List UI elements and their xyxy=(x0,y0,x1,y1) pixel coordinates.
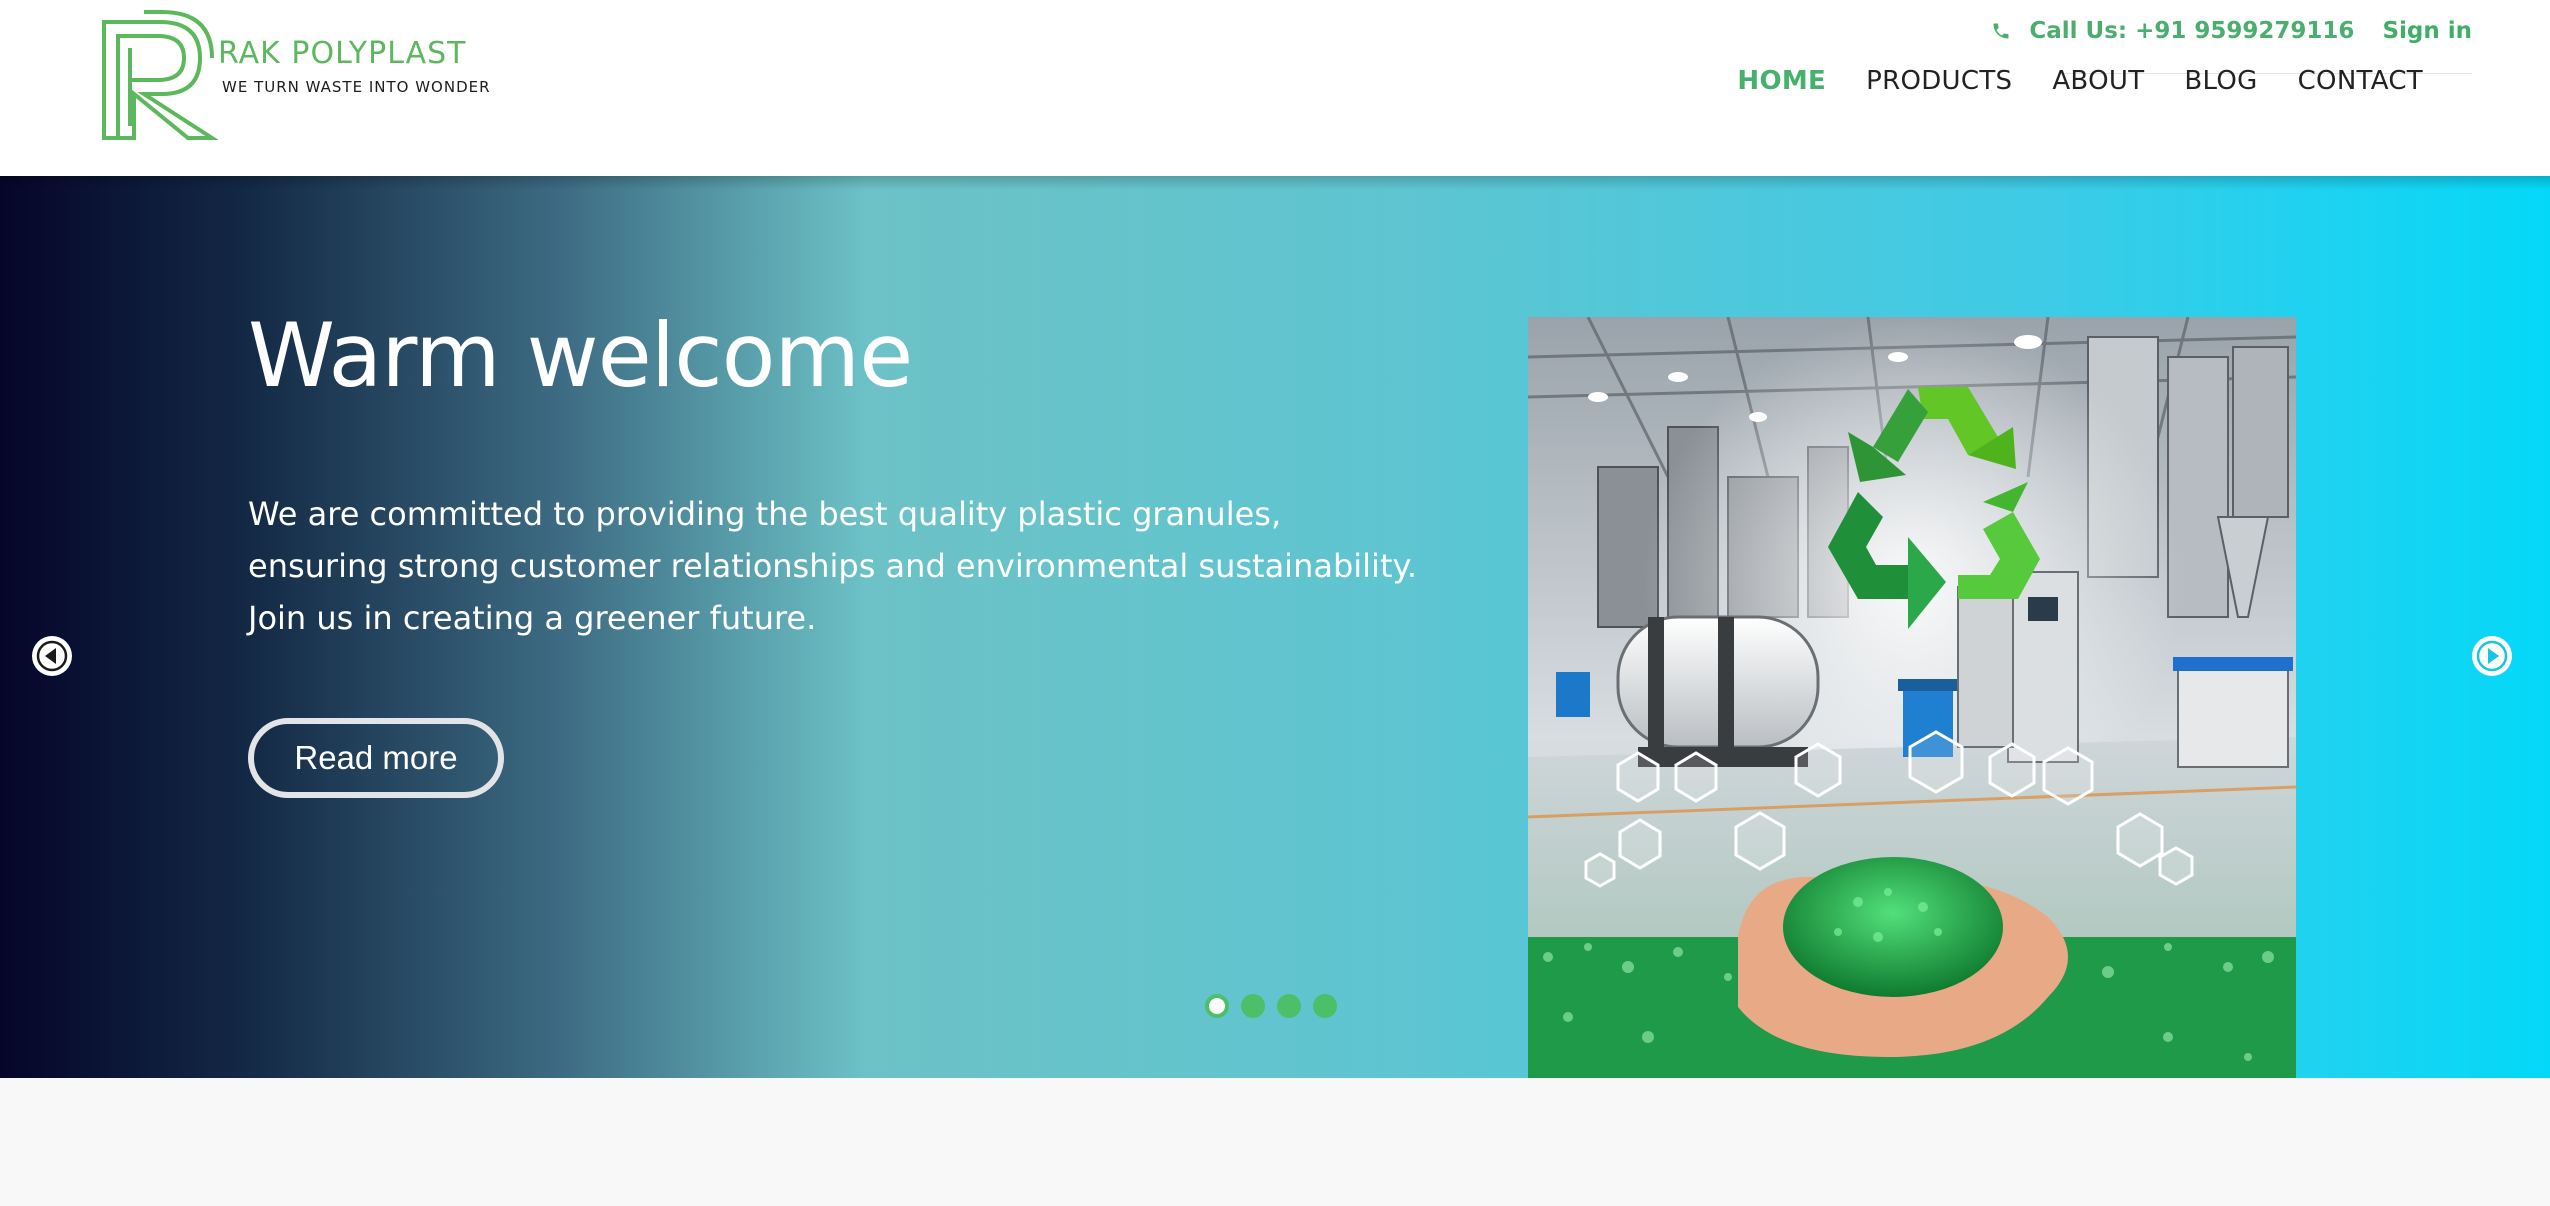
nav-item-blog[interactable]: BLOG xyxy=(2184,66,2257,96)
phone-icon xyxy=(1993,23,2009,39)
hero-text: We are committed to providing the best q… xyxy=(248,495,1418,637)
logo[interactable]: RAK POLYPLAST WE TURN WASTE INTO WONDER xyxy=(100,8,520,142)
nav-item-about[interactable]: ABOUT xyxy=(2052,66,2144,96)
carousel-indicators xyxy=(1205,994,1337,1018)
call-us[interactable]: Call Us: +91 9599279116 xyxy=(1991,18,2354,44)
hero-image-recycling-plant xyxy=(1528,317,2296,1078)
chevron-left-icon xyxy=(33,637,71,675)
main-nav: HOME PRODUCTS ABOUT BLOG CONTACT xyxy=(1737,66,2423,96)
top-contact-bar: Call Us: +91 9599279116 Sign in xyxy=(1991,14,2472,48)
carousel-dot-3[interactable] xyxy=(1277,994,1301,1018)
brand-tagline: WE TURN WASTE INTO WONDER xyxy=(222,78,491,96)
call-us-label: Call Us: +91 9599279116 xyxy=(2029,18,2355,44)
sign-in-link[interactable]: Sign in xyxy=(2382,18,2472,44)
hero-carousel: Warm welcome We are committed to providi… xyxy=(0,176,2550,1078)
content-section xyxy=(0,1078,2550,1206)
carousel-prev-button[interactable] xyxy=(32,636,72,676)
nav-item-products[interactable]: PRODUCTS xyxy=(1866,66,2012,96)
site-header: RAK POLYPLAST WE TURN WASTE INTO WONDER … xyxy=(0,0,2550,176)
rak-logo-mark-icon xyxy=(102,10,218,140)
read-more-button[interactable]: Read more xyxy=(248,718,504,798)
chevron-right-icon xyxy=(2473,637,2511,675)
carousel-dot-1[interactable] xyxy=(1205,994,1229,1018)
hero-title: Warm welcome xyxy=(248,304,913,407)
brand-name: RAK POLYPLAST xyxy=(218,36,467,71)
nav-item-contact[interactable]: CONTACT xyxy=(2298,66,2423,96)
recycling-plant-illustration xyxy=(1528,317,2296,1078)
carousel-dot-2[interactable] xyxy=(1241,994,1265,1018)
carousel-dot-4[interactable] xyxy=(1313,994,1337,1018)
carousel-next-button[interactable] xyxy=(2472,636,2512,676)
nav-item-home[interactable]: HOME xyxy=(1737,66,1826,96)
